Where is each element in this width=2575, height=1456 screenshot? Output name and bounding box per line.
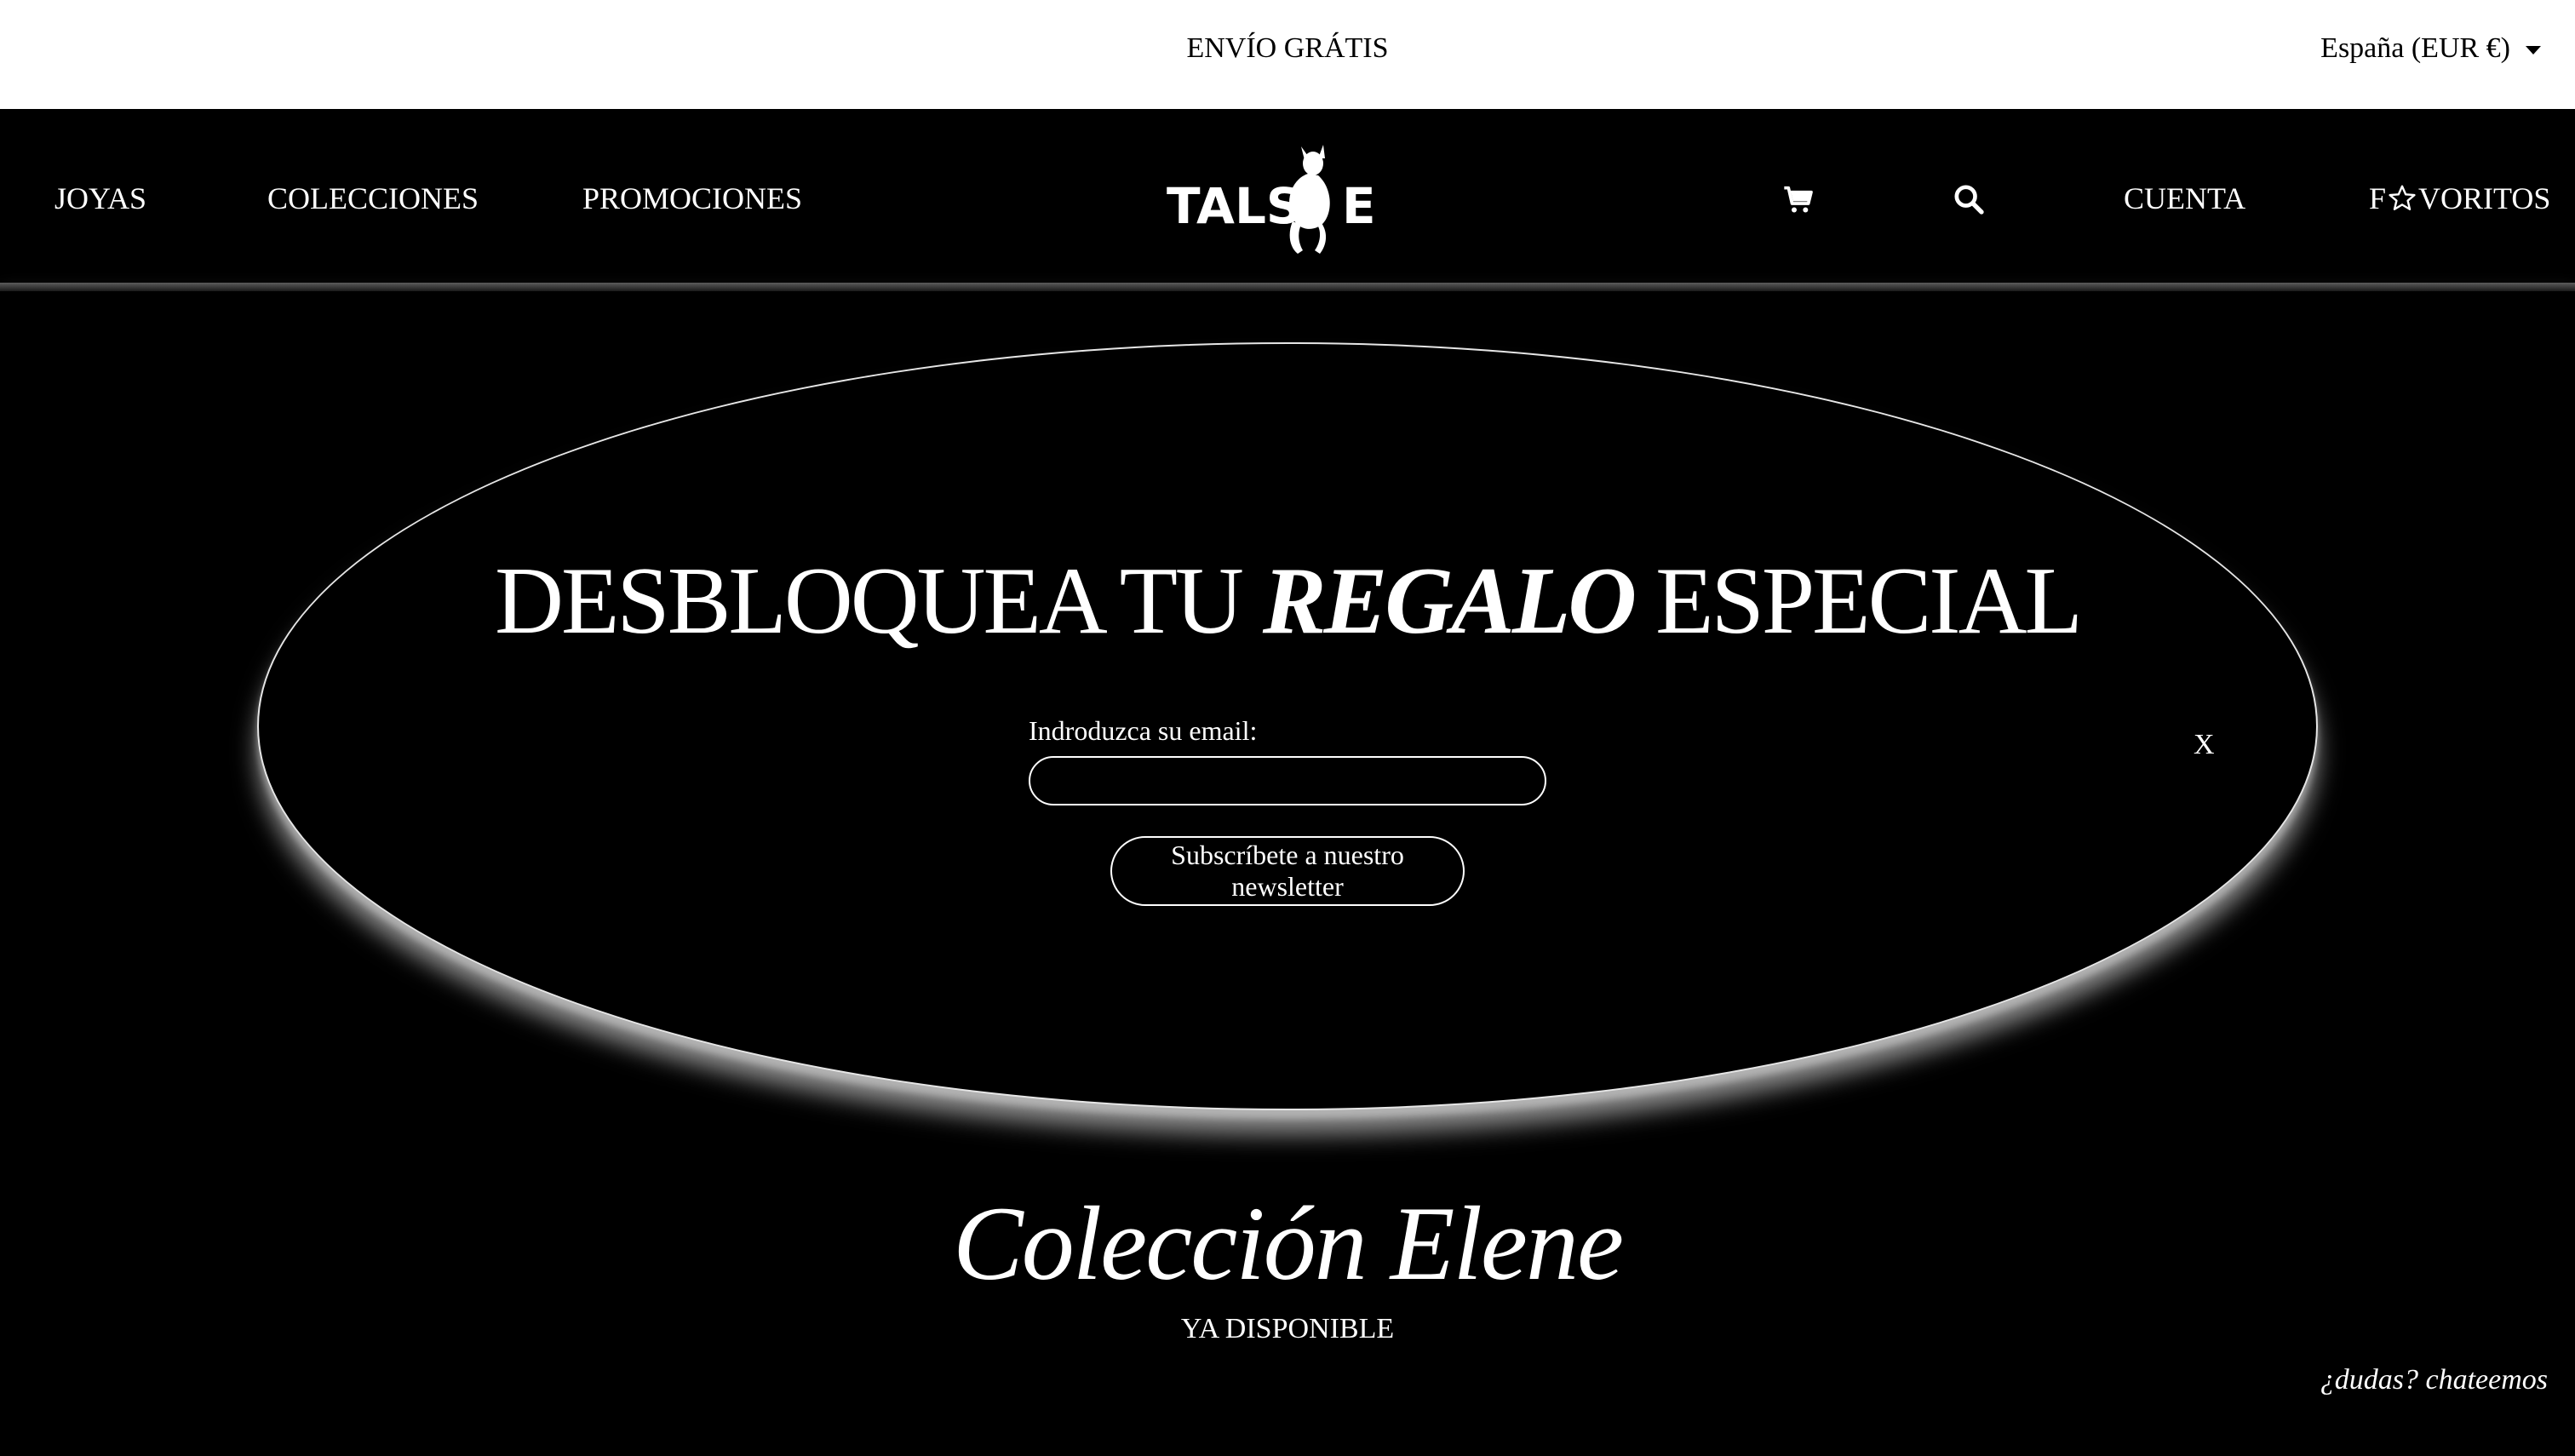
- main-content: DESBLOQUEA TU REGALO ESPECIAL Indroduzca…: [0, 291, 2575, 1456]
- search-icon[interactable]: [1952, 182, 1986, 216]
- popup-headline: DESBLOQUEA TU REGALO ESPECIAL: [0, 547, 2575, 656]
- free-shipping-text: ENVÍO GRÁTIS: [1186, 32, 1389, 64]
- nav-joyas[interactable]: JOYAS: [54, 181, 146, 216]
- nav-promociones[interactable]: PROMOCIONES: [582, 181, 802, 216]
- nav-favoritos[interactable]: F VORITOS: [2369, 181, 2550, 216]
- close-popup-button[interactable]: X: [2194, 729, 2215, 761]
- collection-subtitle[interactable]: YA DISPONIBLE: [0, 1313, 2575, 1345]
- email-label: Indroduzca su email:: [1029, 715, 1258, 746]
- newsletter-popup: [257, 342, 2318, 1110]
- collection-title[interactable]: Colección Elene: [0, 1184, 2575, 1304]
- headline-emphasis: REGALO: [1262, 548, 1637, 654]
- region-selector[interactable]: España (EUR €): [2320, 32, 2541, 65]
- announcement-bar: ENVÍO GRÁTIS España (EUR €): [0, 0, 2575, 109]
- cart-icon[interactable]: [1781, 182, 1815, 216]
- site-header: JOYAS COLECCIONES PROMOCIONES TALS E CUE…: [0, 109, 2575, 291]
- chevron-down-icon: [2526, 46, 2541, 54]
- headline-part1: DESBLOQUEA TU: [495, 548, 1263, 654]
- favoritos-prefix: F: [2369, 181, 2387, 215]
- svg-text:TALS: TALS: [1167, 177, 1302, 235]
- header-divider: [0, 283, 2575, 291]
- star-icon: [2389, 185, 2416, 210]
- svg-text:E: E: [1342, 177, 1376, 235]
- nav-colecciones[interactable]: COLECCIONES: [267, 181, 479, 216]
- chat-link[interactable]: ¿dudas? chateemos: [2320, 1364, 2548, 1396]
- email-input[interactable]: [1029, 756, 1546, 805]
- favoritos-suffix: VORITOS: [2418, 181, 2551, 215]
- region-label: España (EUR €): [2320, 32, 2510, 64]
- headline-part2: ESPECIAL: [1634, 548, 2083, 654]
- talse-logo[interactable]: TALS E: [1165, 140, 1393, 259]
- subscribe-button[interactable]: Subscríbete a nuestro newsletter: [1110, 836, 1465, 906]
- nav-cuenta[interactable]: CUENTA: [2124, 181, 2245, 216]
